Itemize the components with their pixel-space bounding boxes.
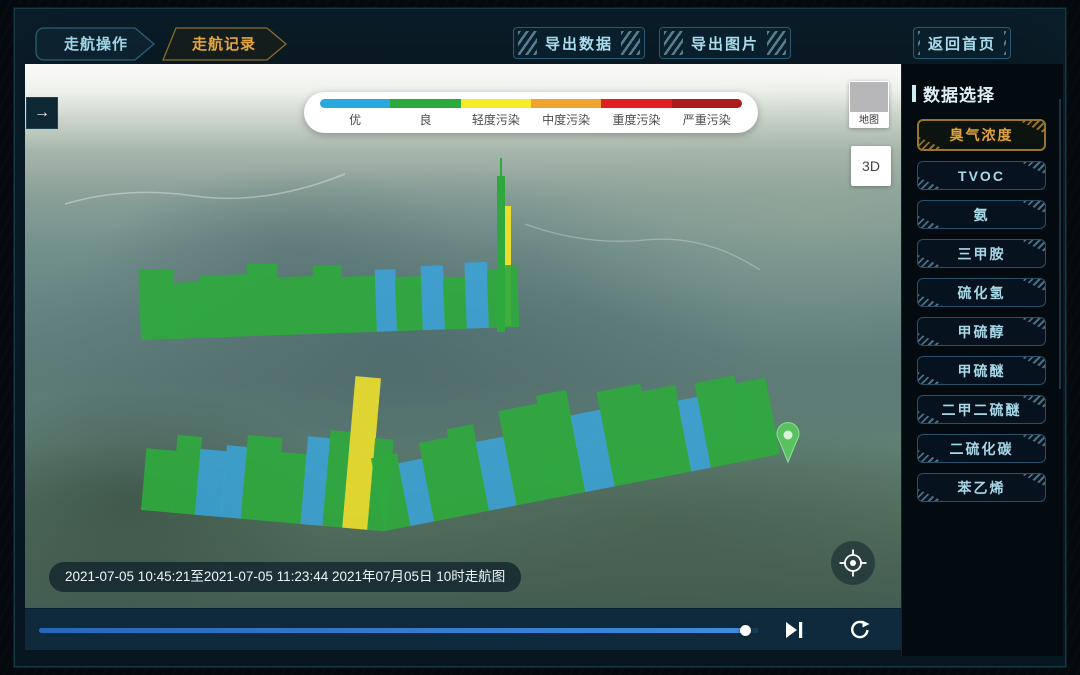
pollution-bar [277, 276, 316, 335]
legend-label: 轻度污染 [461, 111, 531, 128]
legend-label: 良 [390, 111, 460, 128]
legend-segment [320, 99, 390, 108]
pollution-bar [341, 276, 378, 333]
tab-group: 走航操作 走航记录 [35, 27, 289, 61]
wall-back [138, 255, 519, 340]
pollution-bar [139, 269, 176, 340]
legend-segment [672, 99, 742, 108]
pollutant-button-氨[interactable]: 氨 [917, 200, 1046, 229]
slider-handle[interactable] [740, 625, 751, 636]
panel-expand-button[interactable]: → [26, 97, 58, 129]
map-viewport[interactable]: → 优良轻度污染中度污染重度污染严重污染 地图 3D 2021-07-05 10… [25, 64, 901, 608]
map-pin-icon[interactable] [777, 423, 799, 462]
pollution-bar [141, 448, 177, 512]
tab-label: 走航操作 [35, 27, 157, 61]
stripe-decoration [518, 31, 537, 55]
refresh-button[interactable] [848, 620, 870, 640]
pollutant-button-二硫化碳[interactable]: 二硫化碳 [917, 434, 1046, 463]
wall-front-left [141, 359, 399, 532]
basemap-thumbnail [850, 82, 888, 112]
legend-label: 优 [320, 111, 390, 128]
tab-label: 走航记录 [159, 27, 289, 61]
pollutant-button-苯乙烯[interactable]: 苯乙烯 [917, 473, 1046, 502]
basemap-label: 地图 [849, 113, 889, 128]
legend-segment [390, 99, 460, 108]
pollutant-button-甲硫醚[interactable]: 甲硫醚 [917, 356, 1046, 385]
app-frame: 走航操作 走航记录 导出数据 导出图片 返回首页 [14, 8, 1066, 667]
stripe-decoration [621, 31, 640, 55]
timeline-slider[interactable] [39, 623, 759, 637]
export-data-label: 导出数据 [537, 28, 621, 58]
pollution-bar [313, 265, 344, 334]
tab-cruise-record[interactable]: 走航记录 [159, 27, 289, 61]
export-data-button[interactable]: 导出数据 [513, 27, 645, 59]
header-bar: 走航操作 走航记录 导出数据 导出图片 返回首页 [15, 25, 1065, 65]
pollutant-button-甲硫醇[interactable]: 甲硫醇 [917, 317, 1046, 346]
export-image-button[interactable]: 导出图片 [659, 27, 791, 59]
export-image-label: 导出图片 [683, 28, 767, 58]
legend-color-bar [320, 99, 742, 108]
legend-label: 严重污染 [672, 111, 742, 128]
data-select-title: 数据选择 [912, 81, 1063, 106]
refresh-icon [848, 620, 870, 640]
stripe-decoration [1004, 31, 1006, 55]
slider-fill [39, 628, 745, 633]
pollutant-button-硫化氢[interactable]: 硫化氢 [917, 278, 1046, 307]
pollution-bar [421, 265, 446, 330]
road-line [525, 224, 760, 270]
playback-bar [25, 608, 901, 650]
skip-to-end-button[interactable] [785, 622, 804, 638]
return-home-label: 返回首页 [920, 28, 1004, 58]
legend-label: 中度污染 [531, 111, 601, 128]
crosshair-icon [839, 549, 867, 577]
locate-button[interactable] [831, 541, 875, 585]
legend-segment [601, 99, 671, 108]
stripe-decoration [664, 31, 683, 55]
pollution-bar [464, 262, 489, 329]
cruise-time-range: 2021-07-05 10:45:21至2021-07-05 11:23:44 … [49, 562, 521, 592]
right-arrow-icon: → [34, 104, 50, 122]
stripe-decoration [767, 31, 786, 55]
return-home-button[interactable]: 返回首页 [913, 27, 1011, 59]
skip-to-end-icon [785, 622, 804, 638]
aqi-legend: 优良轻度污染中度污染重度污染严重污染 [304, 92, 758, 133]
pollution-bar [246, 263, 279, 336]
pollutant-button-臭气浓度[interactable]: 臭气浓度 [917, 119, 1046, 151]
basemap-switcher[interactable]: 地图 [849, 81, 889, 128]
view-3d-button[interactable]: 3D [851, 146, 891, 186]
pollution-bar [487, 269, 506, 328]
legend-label: 重度污染 [601, 111, 671, 128]
pollution-track-walls [25, 64, 901, 608]
pollution-bar [375, 269, 398, 332]
pollutant-button-二甲二硫醚[interactable]: 二甲二硫醚 [917, 395, 1046, 424]
legend-segment [531, 99, 601, 108]
pollution-bar [199, 274, 250, 338]
spike-bar [500, 158, 502, 178]
pollution-bar [443, 277, 467, 330]
legend-segment [461, 99, 531, 108]
legend-labels: 优良轻度污染中度污染重度污染严重污染 [320, 111, 742, 128]
pollutant-button-三甲胺[interactable]: 三甲胺 [917, 239, 1046, 268]
road-line [65, 174, 345, 204]
data-select-panel: 数据选择 臭气浓度 TVOC 氨三甲胺硫化氢甲硫醇甲硫醚二甲二硫醚二硫化碳苯乙烯 [901, 64, 1063, 656]
pollution-bar [173, 282, 202, 339]
pollutant-button-TVOC[interactable]: TVOC [917, 161, 1046, 190]
pollution-bar [503, 265, 520, 327]
wall-front-right [365, 352, 780, 531]
pollution-bar [395, 276, 423, 331]
pollutant-list: 臭气浓度 TVOC 氨三甲胺硫化氢甲硫醇甲硫醚二甲二硫醚二硫化碳苯乙烯 [902, 119, 1063, 502]
tab-cruise-operation[interactable]: 走航操作 [35, 27, 157, 61]
